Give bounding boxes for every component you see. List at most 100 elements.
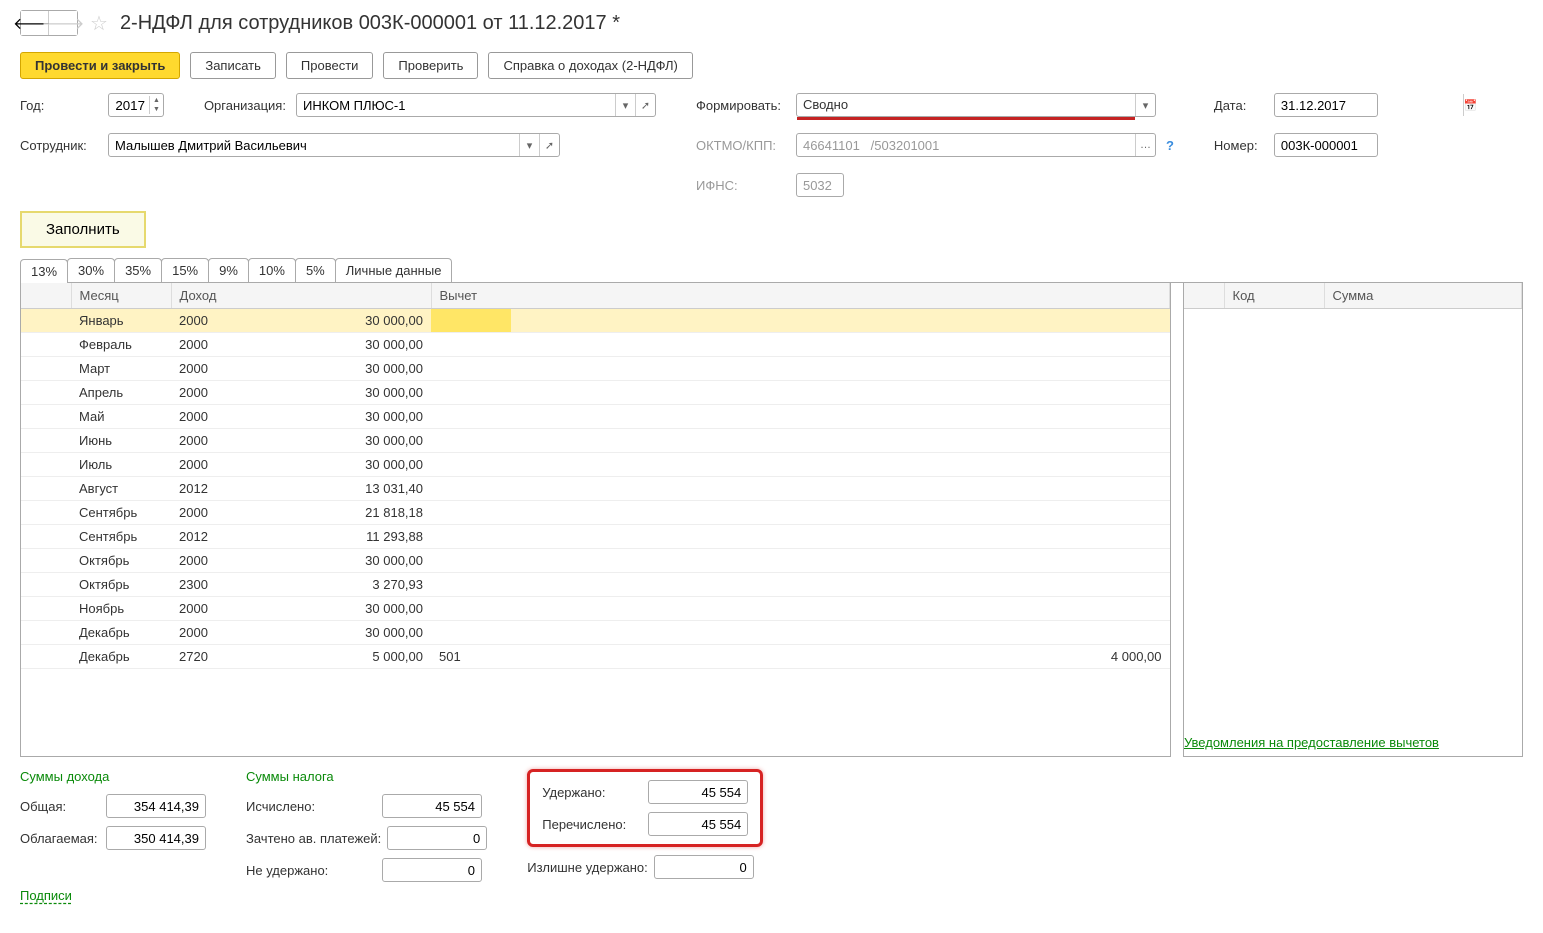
- taxable-input[interactable]: [106, 826, 206, 850]
- year-spinner[interactable]: ▲▼: [108, 93, 164, 117]
- cell-month[interactable]: Июнь: [71, 429, 171, 453]
- table-row[interactable]: Июль200030 000,00: [21, 453, 1170, 477]
- cell-deduct-amount[interactable]: [511, 405, 1170, 429]
- cell-month[interactable]: Февраль: [71, 333, 171, 357]
- cell-month[interactable]: Октябрь: [71, 573, 171, 597]
- cell-deduct-code[interactable]: [431, 333, 511, 357]
- cell-deduct-amount[interactable]: [511, 333, 1170, 357]
- cell-income-amount[interactable]: 11 293,88: [271, 525, 431, 549]
- transferred-input[interactable]: [648, 812, 748, 836]
- cell-month[interactable]: Ноябрь: [71, 597, 171, 621]
- cell-month[interactable]: Март: [71, 357, 171, 381]
- cell-income-code[interactable]: 2000: [171, 333, 271, 357]
- tab-10pct[interactable]: 10%: [248, 258, 296, 282]
- cell-income-code[interactable]: 2000: [171, 381, 271, 405]
- cell-deduct-amount[interactable]: [511, 549, 1170, 573]
- help-icon[interactable]: ?: [1166, 138, 1174, 153]
- cell-income-code[interactable]: 2000: [171, 405, 271, 429]
- table-row[interactable]: Август201213 031,40: [21, 477, 1170, 501]
- col-month[interactable]: Месяц: [71, 283, 171, 309]
- cell-deduct-code[interactable]: [431, 309, 511, 333]
- tab-9pct[interactable]: 9%: [208, 258, 249, 282]
- org-dropdown-icon[interactable]: ▾: [615, 94, 635, 116]
- cell-income-code[interactable]: 2000: [171, 621, 271, 645]
- cell-income-code[interactable]: 2000: [171, 357, 271, 381]
- col-code[interactable]: Код: [1224, 283, 1324, 309]
- cell-income-amount[interactable]: 30 000,00: [271, 597, 431, 621]
- col-deduction[interactable]: Вычет: [431, 283, 1170, 309]
- cell-deduct-amount[interactable]: [511, 309, 1170, 333]
- star-icon[interactable]: ☆: [90, 11, 108, 36]
- cell-deduct-code[interactable]: [431, 501, 511, 525]
- number-input[interactable]: [1274, 133, 1378, 157]
- table-row[interactable]: Октябрь200030 000,00: [21, 549, 1170, 573]
- cell-deduct-code[interactable]: [431, 549, 511, 573]
- cell-deduct-amount[interactable]: [511, 621, 1170, 645]
- calculated-input[interactable]: [382, 794, 482, 818]
- cell-deduct-code[interactable]: 501: [431, 645, 511, 669]
- cell-income-code[interactable]: 2012: [171, 477, 271, 501]
- cell-month[interactable]: Октябрь: [71, 549, 171, 573]
- cell-income-code[interactable]: 2012: [171, 525, 271, 549]
- table-row[interactable]: Февраль200030 000,00: [21, 333, 1170, 357]
- cell-deduct-code[interactable]: [431, 405, 511, 429]
- cell-income-amount[interactable]: 21 818,18: [271, 501, 431, 525]
- cell-income-amount[interactable]: 13 031,40: [271, 477, 431, 501]
- col-sum[interactable]: Сумма: [1324, 283, 1522, 309]
- tab-30pct[interactable]: 30%: [67, 258, 115, 282]
- table-row[interactable]: Декабрь200030 000,00: [21, 621, 1170, 645]
- total-input[interactable]: [106, 794, 206, 818]
- cell-deduct-amount[interactable]: [511, 381, 1170, 405]
- cell-month[interactable]: Январь: [71, 309, 171, 333]
- cell-deduct-amount[interactable]: [511, 429, 1170, 453]
- year-up-icon[interactable]: ▲: [150, 96, 163, 105]
- cell-income-amount[interactable]: 30 000,00: [271, 309, 431, 333]
- table-row[interactable]: Декабрь27205 000,005014 000,00: [21, 645, 1170, 669]
- cell-income-amount[interactable]: 30 000,00: [271, 333, 431, 357]
- ifns-input[interactable]: [796, 173, 844, 197]
- cell-deduct-code[interactable]: [431, 453, 511, 477]
- form-value[interactable]: Сводно: [797, 94, 1135, 116]
- col-income[interactable]: Доход: [171, 283, 431, 309]
- cell-deduct-code[interactable]: [431, 597, 511, 621]
- org-input[interactable]: [297, 94, 615, 116]
- cell-income-code[interactable]: 2000: [171, 501, 271, 525]
- save-button[interactable]: Записать: [190, 52, 276, 79]
- cell-month[interactable]: Май: [71, 405, 171, 429]
- tab-35pct[interactable]: 35%: [114, 258, 162, 282]
- cell-deduct-code[interactable]: [431, 573, 511, 597]
- cell-income-code[interactable]: 2000: [171, 309, 271, 333]
- cell-deduct-code[interactable]: [431, 525, 511, 549]
- table-row[interactable]: Март200030 000,00: [21, 357, 1170, 381]
- tab-15pct[interactable]: 15%: [161, 258, 209, 282]
- cell-deduct-code[interactable]: [431, 357, 511, 381]
- cell-income-amount[interactable]: 30 000,00: [271, 621, 431, 645]
- cell-deduct-amount[interactable]: [511, 477, 1170, 501]
- cell-income-amount[interactable]: 30 000,00: [271, 357, 431, 381]
- signatures-link[interactable]: Подписи: [20, 882, 72, 909]
- org-open-icon[interactable]: ➚: [635, 94, 655, 116]
- oktmo-input[interactable]: [797, 134, 1135, 156]
- cell-month[interactable]: Сентябрь: [71, 501, 171, 525]
- tab-5pct[interactable]: 5%: [295, 258, 336, 282]
- table-row[interactable]: Сентябрь200021 818,18: [21, 501, 1170, 525]
- cell-deduct-amount[interactable]: [511, 357, 1170, 381]
- tab-Личные-данные[interactable]: Личные данные: [335, 258, 453, 282]
- table-row[interactable]: Апрель200030 000,00: [21, 381, 1170, 405]
- cell-deduct-code[interactable]: [431, 381, 511, 405]
- deduction-notifications-link[interactable]: Уведомления на предоставление вычетов: [1184, 729, 1522, 756]
- table-row[interactable]: Июнь200030 000,00: [21, 429, 1170, 453]
- cell-month[interactable]: Сентябрь: [71, 525, 171, 549]
- date-input[interactable]: [1275, 94, 1463, 116]
- withheld-input[interactable]: [648, 780, 748, 804]
- check-button[interactable]: Проверить: [383, 52, 478, 79]
- cell-income-amount[interactable]: 30 000,00: [271, 549, 431, 573]
- cell-month[interactable]: Декабрь: [71, 645, 171, 669]
- cell-deduct-code[interactable]: [431, 621, 511, 645]
- nav-forward-button[interactable]: 🡒: [49, 11, 77, 35]
- form-dropdown-icon[interactable]: ▾: [1135, 94, 1155, 116]
- cell-income-code[interactable]: 2000: [171, 597, 271, 621]
- cell-income-code[interactable]: 2000: [171, 549, 271, 573]
- cell-month[interactable]: Август: [71, 477, 171, 501]
- cell-income-code[interactable]: 2300: [171, 573, 271, 597]
